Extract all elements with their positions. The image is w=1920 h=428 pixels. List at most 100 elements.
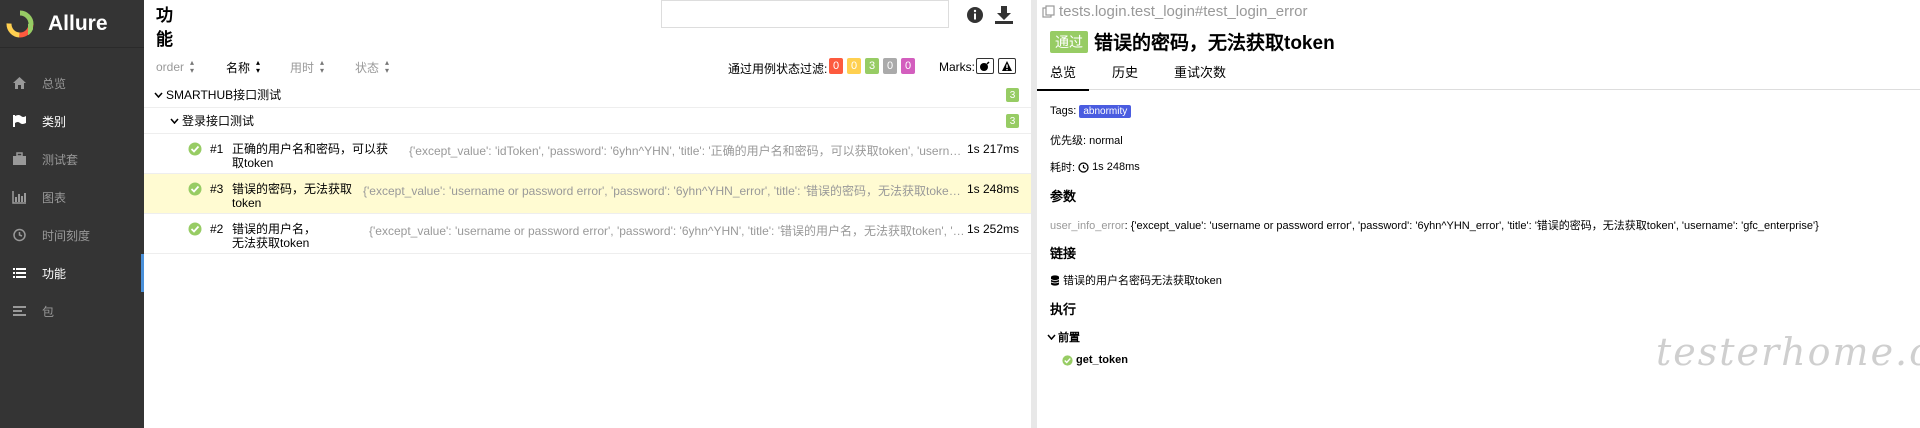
sort-duration[interactable]: 用时 ▴ ▾ — [290, 59, 324, 76]
tab-retries[interactable]: 重试次数 — [1161, 64, 1239, 90]
test-params: {'except_value': 'idToken', 'password': … — [409, 144, 967, 158]
sort-name[interactable]: 名称 ▴ ▾ — [226, 59, 260, 76]
warning-icon — [1002, 61, 1012, 71]
test-duration: 1s 252ms — [966, 222, 1019, 236]
setup-step[interactable]: get_token — [1062, 354, 1128, 366]
passed-check-icon — [188, 182, 202, 196]
param-value: : {'except_value': 'username or password… — [1124, 220, 1819, 232]
nav-item-overview[interactable]: 总览 — [0, 64, 144, 102]
nav-item-suites[interactable]: 测试套 — [0, 140, 144, 178]
group-name: 登录接口测试 — [182, 114, 255, 128]
brand-title: Allure — [48, 11, 108, 35]
marks-label: Marks: — [939, 60, 975, 74]
info-icon[interactable] — [966, 6, 984, 24]
marks — [976, 58, 1016, 74]
step-name: get_token — [1076, 354, 1128, 366]
mark-flaky[interactable] — [976, 58, 994, 74]
tags-line: Tags: abnormity — [1050, 105, 1132, 118]
severity-line: 优先级: normal — [1050, 135, 1123, 147]
duration-value: 1s 248ms — [1092, 161, 1140, 173]
clock-icon — [10, 226, 28, 244]
chevron-down-icon — [152, 92, 164, 98]
group-count-badge: 3 — [1006, 88, 1019, 102]
passed-check-icon — [1062, 354, 1073, 366]
test-name: 正确的用户名和密码，可以获取token — [232, 142, 389, 170]
brand[interactable]: Allure — [0, 0, 144, 48]
status-badge: 通过 — [1050, 30, 1088, 53]
param-line: user_info_error: {'except_value': 'usern… — [1050, 217, 1819, 233]
test-number: #1 — [210, 142, 224, 156]
setup-label: 前置 — [1058, 332, 1080, 344]
test-duration: 1s 248ms — [966, 182, 1019, 196]
sort-asc-icon: ▴ ▾ — [256, 58, 261, 75]
nav-label: 总览 — [42, 76, 67, 91]
sort-arrows-icon: ▴ ▾ — [320, 58, 325, 75]
sort-label: 状态 — [355, 60, 380, 75]
link-item[interactable]: 错误的用户名密码无法获取token — [1050, 272, 1222, 288]
nav-item-packages[interactable]: 包 — [0, 292, 144, 330]
test-row[interactable]: #2 错误的用户名，无法获取token {'except_value': 'us… — [144, 214, 1031, 254]
status-badge-unknown[interactable]: 0 — [901, 58, 915, 74]
status-badge-passed[interactable]: 3 — [865, 58, 879, 74]
test-params: {'except_value': 'username or password e… — [363, 184, 967, 198]
test-title-row: 通过 错误的密码，无法获取token — [1050, 28, 1335, 55]
sort-arrows-icon: ▴ ▾ — [190, 58, 195, 75]
test-duration: 1s 217ms — [966, 142, 1019, 156]
bar-chart-icon — [10, 188, 28, 206]
tag-badge: abnormity — [1079, 105, 1132, 118]
test-row-selected[interactable]: #3 错误的密码，无法获取token {'except_value': 'use… — [144, 174, 1031, 214]
tab-overview[interactable]: 总览 — [1037, 64, 1090, 91]
tab-history[interactable]: 历史 — [1099, 64, 1151, 90]
sort-label: 用时 — [290, 60, 315, 75]
sort-order[interactable]: order ▴ ▾ — [156, 59, 194, 75]
detail-tabs: 总览 历史 重试次数 — [1037, 64, 1920, 91]
setup-toggle[interactable]: 前置 — [1047, 329, 1080, 345]
home-icon — [10, 74, 28, 92]
sidebar: Allure 总览 类别 测试套 图表 时间刻度 功能 包 — [0, 0, 144, 428]
test-full-name: tests.login.test_login#test_login_error — [1059, 3, 1308, 20]
test-tree: SMARTHUB接口测试 3 登录接口测试 3 #1 正确的用户名和密码，可以获… — [144, 82, 1031, 254]
passed-check-icon — [188, 222, 202, 236]
nav-label: 时间刻度 — [42, 228, 91, 243]
search-input[interactable] — [661, 0, 949, 28]
tree-group-feature[interactable]: 登录接口测试 3 — [144, 108, 1031, 134]
pane-title: 功能 — [156, 6, 173, 49]
mark-new-failed[interactable] — [998, 58, 1016, 74]
nav-item-categories[interactable]: 类别 — [0, 102, 144, 140]
test-number: #3 — [210, 182, 224, 196]
allure-logo-icon — [6, 10, 34, 37]
status-badge-broken[interactable]: 0 — [847, 58, 861, 74]
watermark: testerhome.com — [1656, 330, 1920, 374]
database-icon — [1050, 274, 1060, 286]
copy-icon[interactable] — [1042, 5, 1055, 18]
briefcase-icon — [10, 150, 28, 168]
duration-line: 耗时: 1s 248ms — [1050, 159, 1140, 175]
clock-icon — [1078, 161, 1089, 173]
nav-item-graphs[interactable]: 图表 — [0, 178, 144, 216]
download-icon[interactable] — [994, 5, 1014, 25]
test-name: 错误的用户名，无法获取token — [232, 222, 317, 250]
chevron-down-icon — [1047, 334, 1056, 340]
tree-pane: 功能 order ▴ ▾ 名称 ▴ ▾ 用时 ▴ ▾ 状态 ▴ ▾ 通过用例状态过滤: … — [144, 0, 1031, 428]
link-text: 错误的用户名密码无法获取token — [1063, 275, 1222, 287]
links-heading: 链接 — [1050, 246, 1077, 261]
passed-check-icon — [188, 142, 202, 156]
sort-status[interactable]: 状态 ▴ ▾ — [355, 59, 389, 76]
param-name: user_info_error — [1050, 220, 1125, 232]
group-name: SMARTHUB接口测试 — [166, 88, 282, 102]
nav-item-timeline[interactable]: 时间刻度 — [0, 216, 144, 254]
nav-label: 类别 — [42, 114, 67, 129]
group-count-badge: 3 — [1006, 114, 1019, 128]
flag-icon — [10, 112, 28, 130]
test-row[interactable]: #1 正确的用户名和密码，可以获取token {'except_value': … — [144, 134, 1031, 174]
status-badge-failed[interactable]: 0 — [829, 58, 843, 74]
status-badge-skipped[interactable]: 0 — [883, 58, 897, 74]
sort-bar: order ▴ ▾ 名称 ▴ ▾ 用时 ▴ ▾ 状态 ▴ ▾ 通过用例状态过滤: 0 0… — [144, 56, 1031, 78]
list-icon — [10, 264, 28, 282]
tree-group-suite[interactable]: SMARTHUB接口测试 3 — [144, 82, 1031, 108]
nav-item-behaviors[interactable]: 功能 — [0, 254, 144, 292]
nav-label: 功能 — [42, 266, 67, 281]
duration-label: 耗时: — [1050, 162, 1076, 174]
test-name: 错误的密码，无法获取token — [232, 182, 353, 210]
test-number: #2 — [210, 222, 224, 236]
